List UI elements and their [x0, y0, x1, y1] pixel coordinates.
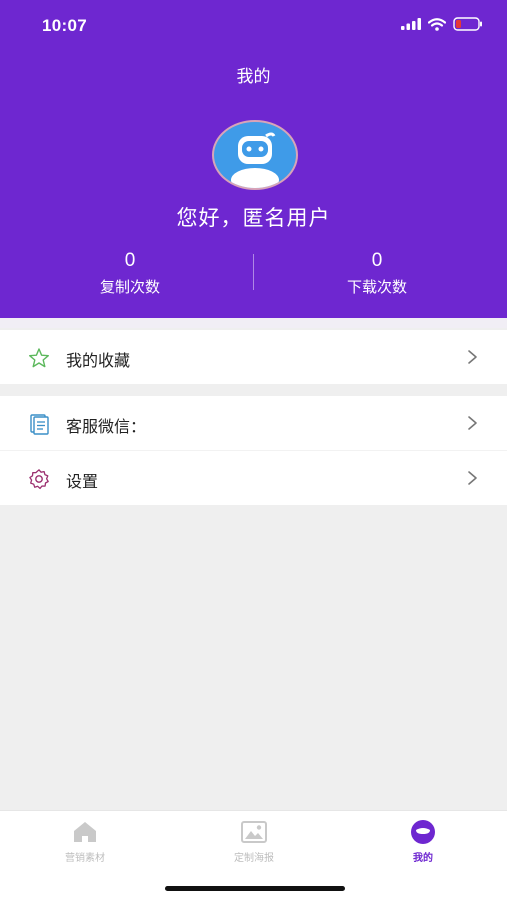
copy-count-label: 复制次数: [99, 278, 160, 296]
wifi-icon: [428, 17, 446, 31]
menu-label-wechat-service: 客服微信：: [66, 417, 147, 436]
menu-group-favorites: 我的收藏: [0, 330, 507, 384]
greeting-text: 您好，匿名用户: [176, 206, 331, 230]
chevron-right-icon: [468, 416, 477, 430]
stat-divider: [253, 254, 254, 290]
status-bar: 10:07: [0, 0, 507, 54]
tab-label-custom-poster: 定制海报: [234, 853, 274, 864]
profile-header: 10:07 我的 您好，匿名用户 0 复制次数 0 下载次数: [0, 0, 507, 320]
status-icons: [401, 17, 483, 31]
page-title: 我的: [236, 67, 271, 87]
battery-icon: [453, 17, 482, 31]
menu-item-wechat-service[interactable]: 客服微信：: [0, 396, 507, 450]
menu-label-favorites: 我的收藏: [66, 351, 131, 370]
avatar[interactable]: [212, 120, 298, 190]
download-count-value: 0: [371, 250, 383, 271]
header-band: [0, 318, 507, 328]
download-count-label: 下载次数: [346, 278, 407, 296]
home-icon: [74, 822, 96, 842]
tab-custom-poster[interactable]: 定制海报: [194, 819, 314, 864]
status-time: 10:07: [42, 16, 87, 35]
download-count-stat: 0 下载次数: [277, 250, 477, 297]
tab-mine[interactable]: 我的: [363, 819, 483, 864]
star-icon: [29, 348, 49, 368]
profile-icon: [411, 820, 435, 844]
chevron-right-icon: [468, 350, 477, 364]
tab-label-marketing-materials: 营销素材: [65, 853, 105, 864]
signal-icon: [401, 18, 421, 30]
chevron-right-icon: [468, 471, 477, 485]
robot-avatar-icon: [231, 132, 279, 188]
copy-count-stat: 0 复制次数: [30, 250, 230, 297]
menu-label-settings: 设置: [66, 472, 99, 491]
tab-marketing-materials[interactable]: 营销素材: [25, 819, 145, 864]
copy-count-value: 0: [124, 250, 136, 271]
tab-label-mine: 我的: [413, 853, 433, 864]
menu-item-favorites[interactable]: 我的收藏: [0, 330, 507, 384]
menu-group-service: 客服微信： 设置: [0, 396, 507, 505]
menu-item-settings[interactable]: 设置: [0, 451, 507, 505]
image-icon: [241, 821, 267, 843]
home-indicator: [165, 886, 345, 891]
document-icon: [30, 414, 49, 435]
gear-icon: [29, 469, 49, 490]
